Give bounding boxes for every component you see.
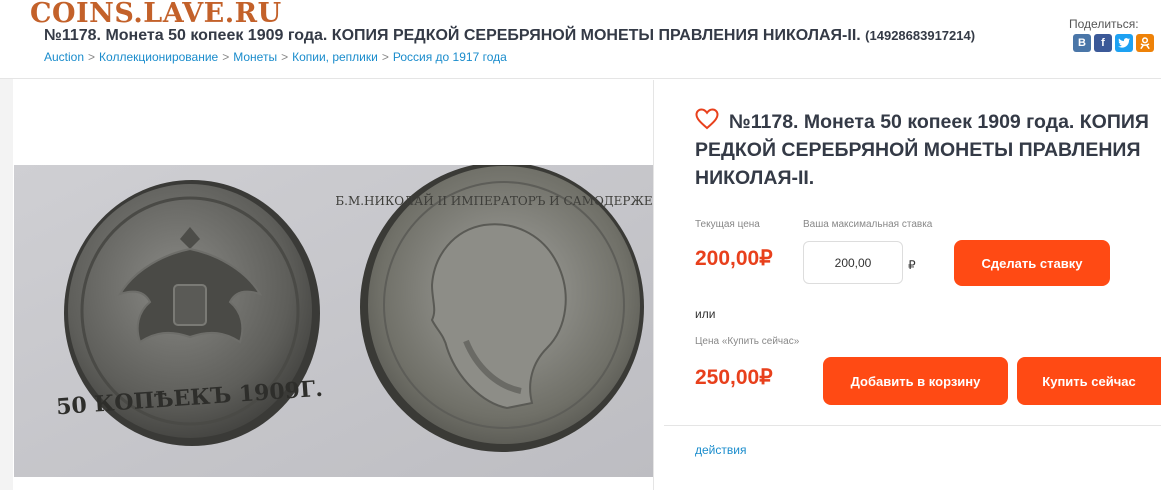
header-divider — [0, 78, 1161, 79]
svg-text:Б.М.НИКОЛАЙ II ИМПЕРАТОРЪ И СА: Б.М.НИКОЛАЙ II ИМПЕРАТОРЪ И САМОДЕРЖЕЦЪ — [335, 192, 653, 208]
coin-photo[interactable]: 50 КОПѢЕКЪ 1909Г. Б.М.НИКОЛАЙ II ИМПЕРАТ… — [14, 165, 653, 477]
breadcrumb-separator: > — [222, 50, 230, 64]
facebook-icon[interactable]: f — [1094, 34, 1112, 52]
or-label: или — [695, 307, 716, 321]
page-title: №1178. Монета 50 копеек 1909 года. КОПИЯ… — [44, 27, 975, 45]
share-icons: B f — [1073, 34, 1154, 52]
twitter-icon[interactable] — [1115, 34, 1133, 52]
lot-title: №1178. Монета 50 копеек 1909 года. КОПИЯ… — [695, 111, 1149, 189]
odnoklassniki-icon[interactable] — [1136, 34, 1154, 52]
buy-now-price: 250,00₽ — [695, 365, 773, 390]
breadcrumb-separator: > — [381, 50, 389, 64]
lot-id: (14928683917214) — [865, 28, 976, 43]
buy-now-price-value: 250,00 — [695, 366, 760, 389]
breadcrumb-coins[interactable]: Монеты — [233, 50, 277, 64]
breadcrumb-collecting[interactable]: Коллекционирование — [99, 50, 218, 64]
max-bid-label: Ваша максимальная ставка — [803, 219, 933, 230]
site-watermark: COINS.LAVE.RU — [30, 0, 282, 29]
place-bid-button[interactable]: Сделать ставку — [954, 240, 1110, 286]
currency-symbol: ₽ — [759, 366, 773, 389]
page-title-text: №1178. Монета 50 копеек 1909 года. КОПИЯ… — [44, 27, 861, 44]
add-to-cart-button[interactable]: Добавить в корзину — [823, 357, 1008, 405]
current-price-value: 200,00 — [695, 247, 760, 270]
breadcrumb-auction[interactable]: Auction — [44, 50, 84, 64]
buy-now-button[interactable]: Купить сейчас — [1017, 357, 1161, 405]
max-bid-input[interactable] — [803, 241, 903, 284]
breadcrumb-russia-pre-1917[interactable]: Россия до 1917 года — [393, 50, 507, 64]
breadcrumb-separator: > — [88, 50, 96, 64]
actions-divider — [664, 425, 1161, 426]
breadcrumb-separator: > — [281, 50, 289, 64]
vk-icon[interactable]: B — [1073, 34, 1091, 52]
currency-symbol: ₽ — [759, 247, 773, 270]
current-price-label: Текущая цена — [695, 219, 760, 230]
breadcrumb: Auction > Коллекционирование > Монеты > Копии,… — [44, 50, 507, 64]
left-gutter — [0, 79, 13, 490]
share-label: Поделиться: — [1069, 17, 1139, 31]
actions-link[interactable]: действия — [695, 443, 746, 457]
current-price: 200,00₽ — [695, 246, 773, 271]
coin-photo-image: 50 КОПѢЕКЪ 1909Г. Б.М.НИКОЛАЙ II ИМПЕРАТ… — [14, 165, 653, 477]
buy-now-price-label: Цена «Купить сейчас» — [695, 336, 800, 347]
breadcrumb-copies[interactable]: Копии, реплики — [292, 50, 378, 64]
bid-currency-symbol: ₽ — [908, 258, 916, 272]
